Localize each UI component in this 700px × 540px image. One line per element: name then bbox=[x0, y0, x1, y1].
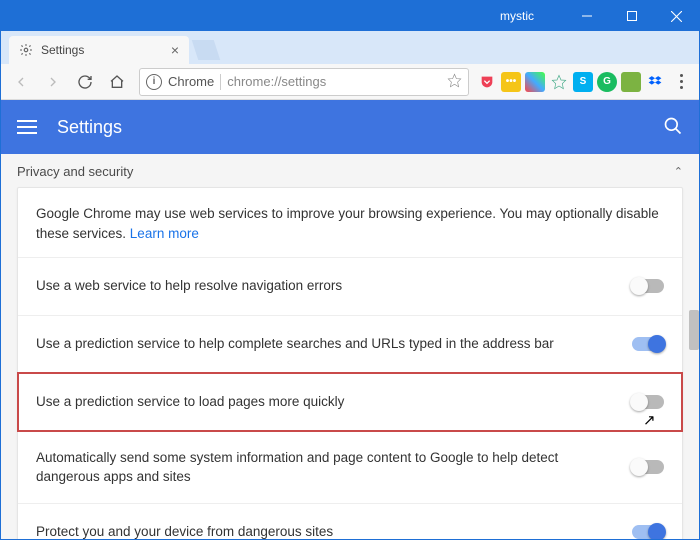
section-header-privacy[interactable]: Privacy and security ⌃ bbox=[1, 154, 699, 187]
extension-skype-icon[interactable]: S bbox=[573, 72, 593, 92]
setting-row: Use a web service to help resolve naviga… bbox=[18, 257, 682, 315]
setting-label: Use a prediction service to help complet… bbox=[36, 334, 632, 354]
minimize-button[interactable] bbox=[564, 1, 609, 31]
url-text: chrome://settings bbox=[227, 74, 441, 89]
setting-row: Use a prediction service to help complet… bbox=[18, 315, 682, 373]
extension-puzzle-icon[interactable] bbox=[621, 72, 641, 92]
setting-label: Automatically send some system informati… bbox=[36, 448, 632, 487]
address-bar[interactable]: i Chrome chrome://settings bbox=[139, 68, 469, 96]
settings-appbar: Settings bbox=[1, 100, 699, 154]
learn-more-link[interactable]: Learn more bbox=[130, 226, 199, 241]
reload-button[interactable] bbox=[71, 68, 99, 96]
cursor-icon: ↖ bbox=[643, 411, 656, 429]
page-title: Settings bbox=[57, 117, 663, 138]
extension-pocket-icon[interactable] bbox=[477, 72, 497, 92]
window-user: mystic bbox=[500, 9, 534, 23]
back-button[interactable] bbox=[7, 68, 35, 96]
search-icon[interactable] bbox=[663, 116, 683, 139]
url-scheme: Chrome bbox=[168, 74, 214, 89]
setting-toggle[interactable] bbox=[632, 460, 664, 474]
setting-toggle[interactable] bbox=[632, 279, 664, 293]
setting-row: Protect you and your device from dangero… bbox=[18, 503, 682, 539]
forward-button[interactable] bbox=[39, 68, 67, 96]
extension-color-icon[interactable] bbox=[525, 72, 545, 92]
tab-title: Settings bbox=[41, 43, 84, 57]
privacy-card: Google Chrome may use web services to im… bbox=[17, 187, 683, 539]
bookmark-star-icon[interactable] bbox=[447, 73, 462, 91]
new-tab-button[interactable] bbox=[192, 40, 220, 60]
extension-star-icon[interactable] bbox=[549, 72, 569, 92]
close-button[interactable] bbox=[654, 1, 699, 31]
settings-content[interactable]: Privacy and security ⌃ Google Chrome may… bbox=[1, 154, 699, 539]
menu-icon[interactable] bbox=[17, 120, 37, 134]
maximize-button[interactable] bbox=[609, 1, 654, 31]
extension-dropbox-icon[interactable] bbox=[645, 72, 665, 92]
extension-grammarly-icon[interactable]: G bbox=[597, 72, 617, 92]
setting-toggle[interactable] bbox=[632, 337, 664, 351]
extension-yellow-icon[interactable]: ••• bbox=[501, 72, 521, 92]
home-button[interactable] bbox=[103, 68, 131, 96]
setting-row: Automatically send some system informati… bbox=[18, 431, 682, 503]
url-divider bbox=[220, 74, 221, 90]
setting-label: Protect you and your device from dangero… bbox=[36, 522, 632, 539]
setting-toggle[interactable] bbox=[632, 395, 664, 409]
browser-toolbar: i Chrome chrome://settings ••• S G bbox=[1, 64, 699, 100]
setting-label: Use a prediction service to load pages m… bbox=[36, 392, 632, 412]
setting-toggle[interactable] bbox=[632, 525, 664, 539]
setting-row: Use a prediction service to load pages m… bbox=[18, 373, 682, 431]
privacy-intro: Google Chrome may use web services to im… bbox=[18, 188, 682, 257]
setting-label: Use a web service to help resolve naviga… bbox=[36, 276, 632, 296]
chrome-menu-button[interactable] bbox=[669, 74, 693, 89]
settings-favicon bbox=[19, 43, 33, 57]
tab-settings[interactable]: Settings × bbox=[9, 36, 189, 64]
scrollbar-thumb[interactable] bbox=[689, 310, 699, 350]
tab-strip: Settings × bbox=[1, 31, 699, 64]
tab-close-icon[interactable]: × bbox=[171, 43, 179, 57]
extensions-tray: ••• S G bbox=[477, 72, 665, 92]
site-info-icon[interactable]: i bbox=[146, 74, 162, 90]
titlebar: mystic bbox=[1, 1, 699, 31]
chevron-up-icon: ⌃ bbox=[674, 165, 683, 178]
